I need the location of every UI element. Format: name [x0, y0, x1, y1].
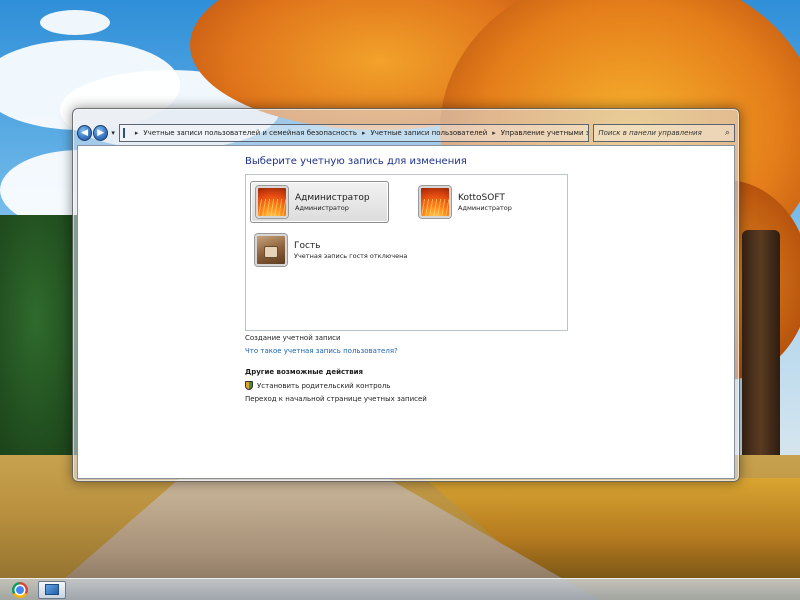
- what-is-account-link[interactable]: Что такое учетная запись пользователя?: [245, 347, 645, 355]
- account-name: Администратор: [295, 192, 370, 203]
- uac-shield-icon: [245, 381, 253, 390]
- parental-control-label: Установить родительский контроль: [257, 381, 391, 390]
- account-role: Учетная запись гостя отключена: [294, 251, 408, 260]
- history-dropdown-icon[interactable]: ▾: [109, 129, 117, 137]
- flower-orange-icon: [256, 186, 288, 218]
- breadcrumb-manage-accounts[interactable]: Управление учетными записями: [501, 129, 589, 137]
- task-links: Создание учетной записи Что такое учетна…: [245, 334, 645, 403]
- control-panel-icon: [122, 128, 125, 138]
- search-placeholder: Поиск в панели управления: [598, 129, 702, 137]
- flower-orange-icon: [419, 186, 451, 218]
- account-kottosoft[interactable]: KottoSOFT Администратор: [414, 181, 554, 223]
- create-account-link[interactable]: Создание учетной записи: [245, 334, 645, 342]
- search-icon[interactable]: ⌕: [725, 128, 730, 138]
- address-bar[interactable]: ▸ Учетные записи пользователей и семейна…: [118, 124, 590, 142]
- account-administrator[interactable]: Администратор Администратор: [250, 181, 389, 223]
- breadcrumb-separator: ▸: [492, 129, 496, 137]
- page-title: Выберите учетную запись для изменения: [245, 156, 467, 167]
- content-pane: Выберите учетную запись для изменения Ад…: [77, 145, 735, 479]
- guest-suitcase-icon: [255, 234, 287, 266]
- chrome-icon: [12, 581, 28, 598]
- forward-arrow-icon[interactable]: ▶: [93, 125, 109, 141]
- other-actions-heading: Другие возможные действия: [245, 368, 364, 376]
- account-name: KottoSOFT: [458, 192, 505, 203]
- taskbar: [0, 578, 800, 600]
- breadcrumb-separator: ▸: [361, 129, 366, 137]
- taskbar-control-panel-button[interactable]: [38, 580, 66, 599]
- search-input[interactable]: Поиск в панели управления ⌕: [593, 124, 735, 142]
- navigation-toolbar: ◀ ▶ ▾ ▸ Учетные записи пользователей и с…: [77, 123, 735, 143]
- breadcrumb-user-accounts-family[interactable]: Учетные записи пользователей и семейная …: [143, 129, 357, 137]
- parental-control-link[interactable]: Установить родительский контроль: [245, 381, 645, 390]
- breadcrumb-separator: ▸: [134, 129, 139, 137]
- go-home-link[interactable]: Переход к начальной странице учетных зап…: [245, 395, 645, 403]
- accounts-list: Администратор Администратор KottoSOFT Ад…: [245, 174, 568, 331]
- account-role: Администратор: [295, 203, 349, 212]
- control-panel-icon: [45, 584, 59, 595]
- back-arrow-icon[interactable]: ◀: [77, 125, 93, 141]
- breadcrumb-user-accounts[interactable]: Учетные записи пользователей: [370, 129, 487, 137]
- account-role: Администратор: [458, 203, 512, 212]
- account-guest[interactable]: Гость Учетная запись гостя отключена: [250, 229, 430, 271]
- control-panel-window: ◀ ▶ ▾ ▸ Учетные записи пользователей и с…: [72, 108, 740, 482]
- taskbar-chrome-button[interactable]: [8, 581, 32, 599]
- account-name: Гость: [294, 240, 321, 251]
